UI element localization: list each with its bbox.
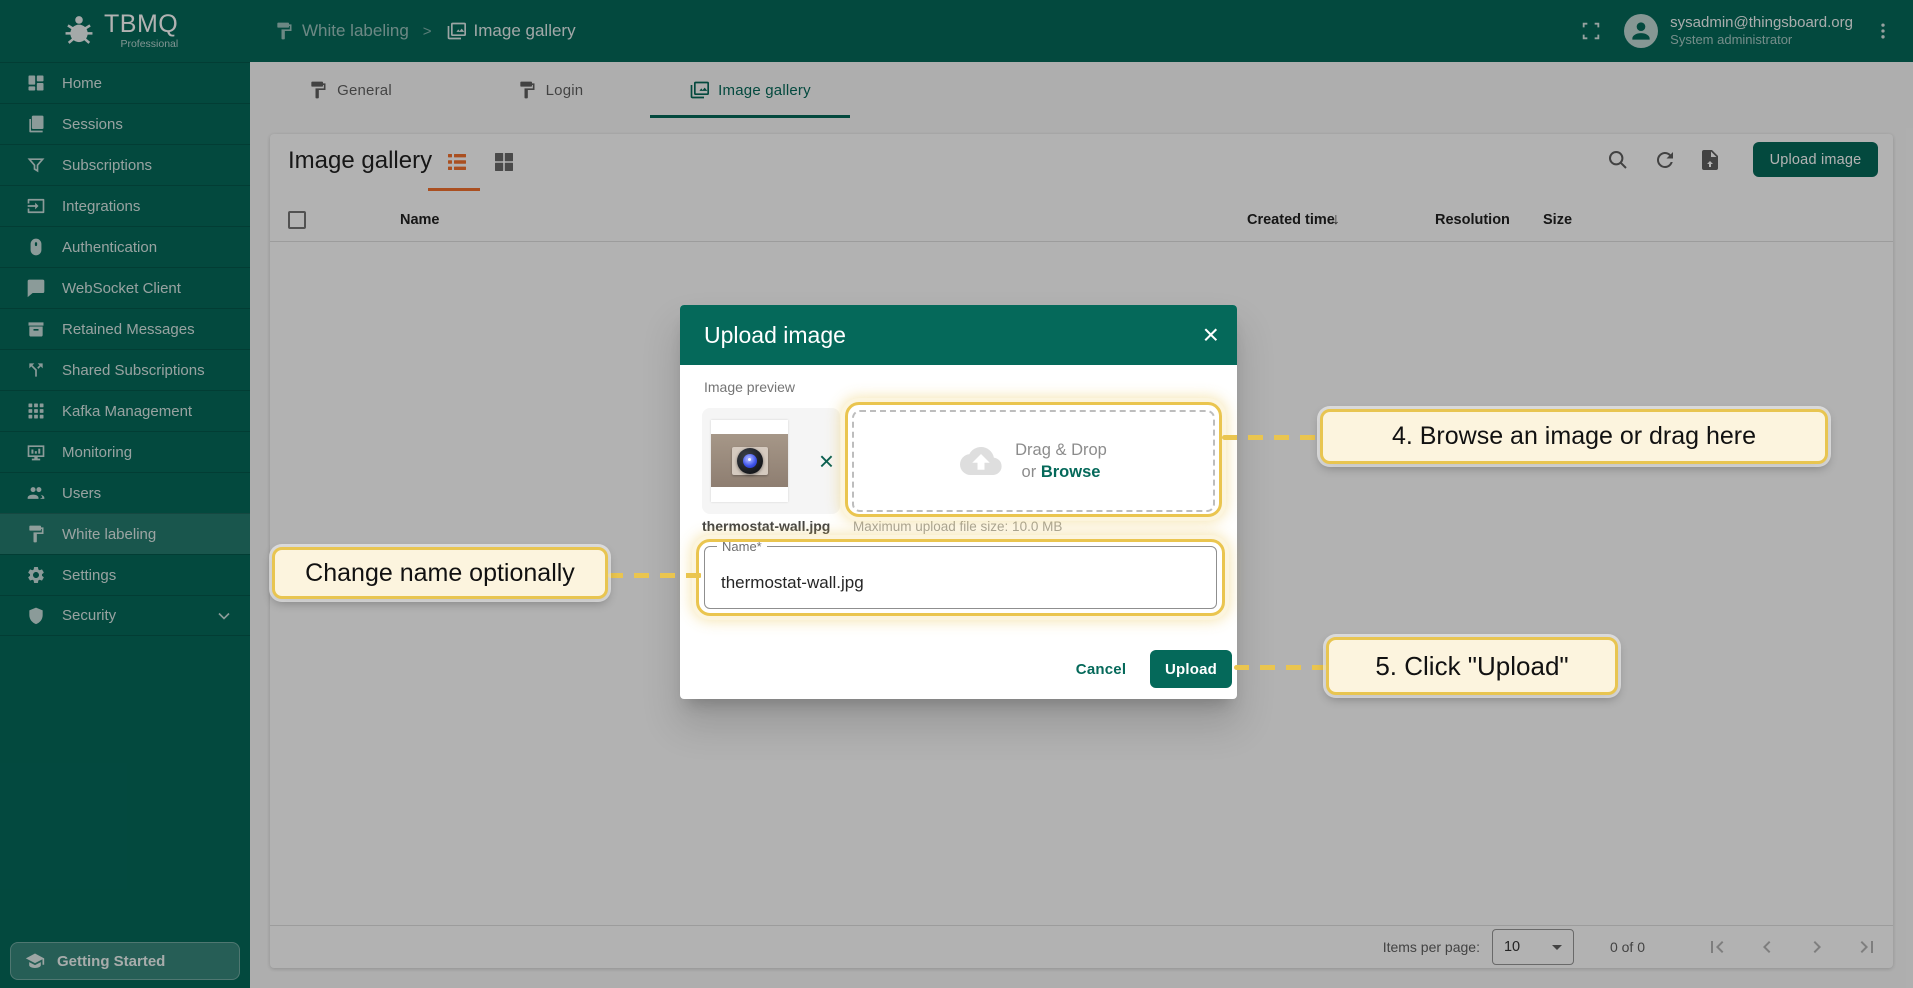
image-name-input[interactable] — [705, 547, 1216, 608]
cancel-button[interactable]: Cancel — [1062, 651, 1140, 687]
callout-connector-rename — [608, 573, 702, 578]
dropzone-title: Drag & Drop — [1015, 439, 1107, 461]
dialog-title: Upload image — [704, 322, 846, 349]
upload-image-dialog: Upload image × Image preview × Drag & Dr… — [680, 305, 1237, 699]
selected-file-name: thermostat-wall.jpg — [702, 518, 830, 534]
thumbnail-image — [711, 420, 788, 502]
image-preview-label: Image preview — [704, 379, 795, 395]
image-preview-thumbnail: × — [702, 408, 840, 514]
callout-connector-upload — [1234, 665, 1328, 670]
callout-rename: Change name optionally — [272, 547, 608, 599]
name-field: Name* — [704, 546, 1217, 609]
close-icon[interactable]: × — [1203, 321, 1219, 349]
dialog-header: Upload image × — [680, 305, 1237, 365]
dropzone-or: or — [1022, 463, 1037, 481]
callout-upload: 5. Click "Upload" — [1326, 637, 1618, 695]
dropzone[interactable]: Drag & Drop or Browse — [852, 410, 1215, 512]
max-size-hint: Maximum upload file size: 10.0 MB — [853, 519, 1062, 534]
remove-image-icon[interactable]: × — [819, 448, 834, 474]
thermostat-photo — [711, 434, 788, 487]
callout-connector-browse — [1222, 435, 1322, 440]
dropzone-text: Drag & Drop or Browse — [1015, 439, 1107, 483]
screen: TBMQ Professional HomeSessionsSubscripti… — [0, 0, 1913, 988]
cloud-upload-icon — [960, 440, 1002, 482]
callout-browse: 4. Browse an image or drag here — [1320, 409, 1828, 464]
browse-link[interactable]: Browse — [1041, 463, 1101, 481]
upload-button[interactable]: Upload — [1150, 650, 1232, 688]
